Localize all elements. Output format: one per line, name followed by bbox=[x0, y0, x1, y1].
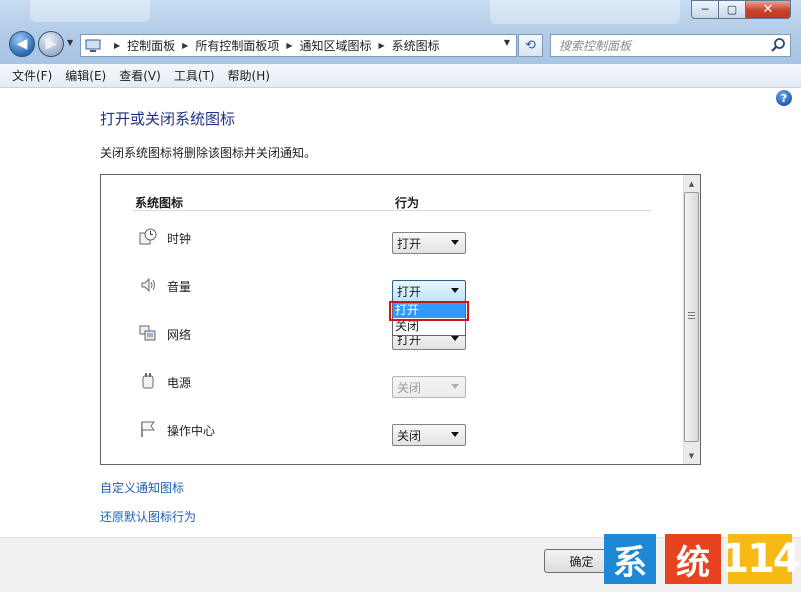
row-label-power: 电源 bbox=[167, 376, 192, 390]
clock-behavior-value: 打开 bbox=[397, 236, 422, 251]
column-header-behavior: 行为 bbox=[395, 196, 420, 210]
watermark-logo: 114 bbox=[721, 534, 801, 584]
volume-behavior-value: 打开 bbox=[397, 284, 422, 299]
clock-behavior-select[interactable]: 打开 bbox=[392, 232, 466, 254]
search-icon[interactable] bbox=[770, 37, 786, 53]
breadcrumb-separator[interactable]: ▶ bbox=[182, 41, 188, 50]
row-label-network: 网络 bbox=[167, 328, 192, 342]
search-input[interactable]: 搜索控制面板 bbox=[550, 34, 791, 57]
menu-help[interactable]: 帮助(H) bbox=[228, 67, 270, 84]
row-label-volume: 音量 bbox=[167, 280, 192, 294]
breadcrumb-separator[interactable]: ▶ bbox=[379, 41, 385, 50]
menu-tools[interactable]: 工具(T) bbox=[174, 67, 215, 84]
background-glass bbox=[30, 0, 150, 22]
clock-icon bbox=[139, 228, 157, 245]
address-dropdown[interactable]: ▼ bbox=[500, 38, 514, 52]
power-behavior-value: 关闭 bbox=[397, 380, 422, 395]
action-center-behavior-value: 关闭 bbox=[397, 428, 422, 443]
breadcrumb-notification-icons[interactable]: 通知区域图标 bbox=[300, 37, 372, 54]
power-icon bbox=[142, 373, 154, 389]
scroll-down-button[interactable]: ▼ bbox=[683, 447, 700, 464]
breadcrumb-all-items[interactable]: 所有控制面板项 bbox=[195, 37, 279, 54]
chevron-down-icon bbox=[451, 240, 459, 245]
address-bar[interactable]: ▶ 控制面板 ▶ 所有控制面板项 ▶ 通知区域图标 ▶ 系统图标 bbox=[80, 34, 517, 57]
forward-button[interactable]: ▶ bbox=[38, 31, 64, 57]
row-label-action-center: 操作中心 bbox=[167, 424, 216, 438]
chevron-down-icon bbox=[451, 432, 459, 437]
recent-pages-dropdown[interactable]: ▼ bbox=[67, 38, 77, 50]
chevron-down-icon bbox=[451, 288, 459, 293]
action-center-behavior-select[interactable]: 关闭 bbox=[392, 424, 466, 446]
chevron-down-icon bbox=[451, 384, 459, 389]
network-icon bbox=[139, 325, 156, 341]
refresh-button[interactable]: ⟲ bbox=[518, 34, 543, 57]
breadcrumb-control-panel[interactable]: 控制面板 bbox=[127, 37, 175, 54]
breadcrumb-separator: ▶ bbox=[114, 41, 121, 50]
maximize-button[interactable]: ▢ bbox=[718, 0, 746, 19]
restore-default-behaviors-link[interactable]: 还原默认图标行为 bbox=[100, 508, 196, 525]
customize-notification-icons-link[interactable]: 自定义通知图标 bbox=[100, 479, 184, 496]
back-button[interactable]: ◀ bbox=[9, 31, 35, 57]
column-header-system-icons: 系统图标 bbox=[135, 196, 184, 210]
chevron-down-icon bbox=[451, 336, 459, 341]
breadcrumb-separator[interactable]: ▶ bbox=[286, 41, 292, 50]
page-description: 关闭系统图标将删除该图标并关闭通知。 bbox=[100, 146, 317, 160]
watermark-logo: 系 bbox=[604, 534, 656, 584]
breadcrumb-system-icons[interactable]: 系统图标 bbox=[392, 37, 440, 54]
annotation-highlight-box bbox=[389, 301, 469, 321]
help-icon[interactable]: ? bbox=[776, 90, 792, 106]
menu-file[interactable]: 文件(F) bbox=[12, 67, 52, 84]
close-button[interactable]: ✕ bbox=[745, 0, 791, 19]
background-glass bbox=[490, 0, 680, 24]
volume-behavior-select[interactable]: 打开 bbox=[392, 280, 466, 302]
computer-icon bbox=[85, 39, 101, 52]
scroll-up-button[interactable]: ▲ bbox=[683, 175, 700, 192]
menu-view[interactable]: 查看(V) bbox=[119, 67, 161, 84]
row-label-clock: 时钟 bbox=[167, 232, 192, 246]
flag-icon bbox=[141, 421, 155, 437]
minimize-button[interactable]: ─ bbox=[691, 0, 719, 19]
header-divider bbox=[133, 210, 651, 211]
menu-bar: 文件(F) 编辑(E) 查看(V) 工具(T) 帮助(H) bbox=[0, 64, 801, 88]
scrollbar-grip bbox=[688, 312, 695, 320]
speaker-icon bbox=[141, 277, 155, 293]
page-title: 打开或关闭系统图标 bbox=[100, 110, 236, 128]
dropdown-option-close[interactable]: 关闭 bbox=[393, 319, 465, 334]
watermark-logo: 统 bbox=[665, 534, 721, 584]
menu-edit[interactable]: 编辑(E) bbox=[65, 67, 106, 84]
power-behavior-select: 关闭 bbox=[392, 376, 466, 398]
